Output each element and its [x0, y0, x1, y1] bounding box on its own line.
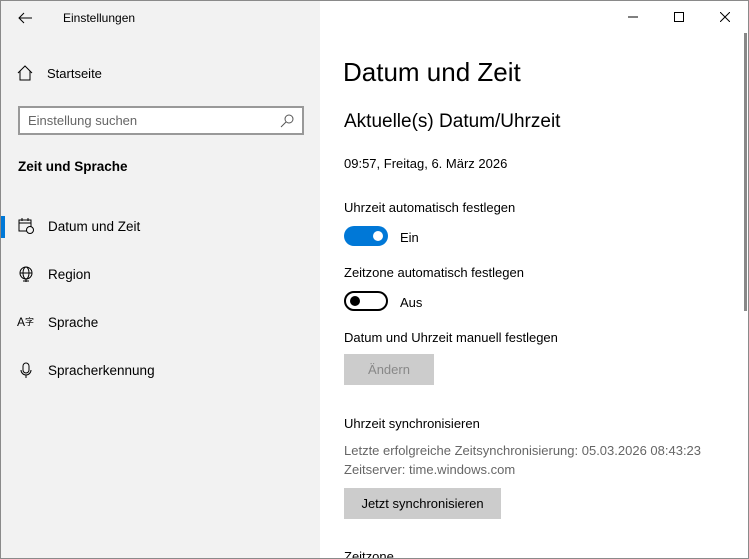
main-content: Datum und Zeit Aktuelle(s) Datum/Uhrzeit… [320, 1, 748, 559]
sidebar-item-label: Region [48, 266, 91, 282]
back-button[interactable] [11, 7, 39, 29]
change-button[interactable]: Ändern [344, 354, 434, 385]
close-icon [720, 12, 730, 22]
auto-time-label: Uhrzeit automatisch festlegen [344, 200, 516, 215]
auto-time-toggle[interactable] [344, 226, 388, 246]
calendar-clock-icon [18, 218, 34, 234]
auto-zone-toggle[interactable] [344, 291, 388, 311]
back-arrow-icon [18, 12, 32, 24]
sync-heading: Uhrzeit synchronisieren [344, 416, 480, 431]
sidebar-home[interactable]: Startseite [17, 65, 102, 81]
sidebar-item-label: Spracherkennung [48, 362, 155, 378]
globe-icon [19, 266, 32, 282]
sidebar-item-sprache[interactable]: A字 Sprache [1, 302, 320, 342]
auto-zone-label: Zeitzone automatisch festlegen [344, 265, 524, 280]
current-datetime: 09:57, Freitag, 6. März 2026 [344, 156, 508, 171]
scrollbar[interactable] [744, 33, 747, 311]
search-placeholder: Einstellung suchen [28, 113, 138, 128]
timezone-heading: Zeitzone [344, 549, 394, 559]
home-icon [17, 65, 33, 81]
minimize-icon [628, 16, 638, 18]
sidebar-item-label: Datum und Zeit [48, 218, 141, 234]
manual-label: Datum und Uhrzeit manuell festlegen [344, 330, 558, 345]
sync-now-button[interactable]: Jetzt synchronisieren [344, 488, 501, 519]
auto-time-state: Ein [400, 230, 419, 245]
sidebar-item-spracherkennung[interactable]: Spracherkennung [1, 350, 320, 390]
search-input[interactable]: Einstellung suchen [18, 106, 304, 135]
search-icon [280, 114, 294, 127]
sidebar-item-label: Sprache [48, 314, 99, 330]
window-title: Einstellungen [63, 11, 136, 25]
close-button[interactable] [702, 1, 748, 33]
home-label: Startseite [47, 65, 102, 81]
settings-window: Einstellungen Startseite Einstellung suc… [0, 0, 749, 559]
auto-zone-state: Aus [400, 295, 423, 310]
minimize-button[interactable] [610, 1, 656, 33]
maximize-icon [674, 12, 684, 22]
sidebar-item-datum-und-zeit[interactable]: Datum und Zeit [1, 206, 320, 246]
language-icon: A字 [16, 315, 35, 329]
time-server: Zeitserver: time.windows.com [344, 462, 516, 477]
sidebar-item-region[interactable]: Region [1, 254, 320, 294]
section-title: Aktuelle(s) Datum/Uhrzeit [344, 111, 561, 132]
page-title: Datum und Zeit [343, 57, 521, 87]
maximize-button[interactable] [656, 1, 702, 33]
last-sync: Letzte erfolgreiche Zeitsynchronisierung… [344, 443, 702, 458]
sidebar: Einstellungen Startseite Einstellung suc… [1, 1, 320, 558]
section-heading: Zeit und Sprache [18, 159, 128, 174]
microphone-icon [20, 362, 31, 378]
